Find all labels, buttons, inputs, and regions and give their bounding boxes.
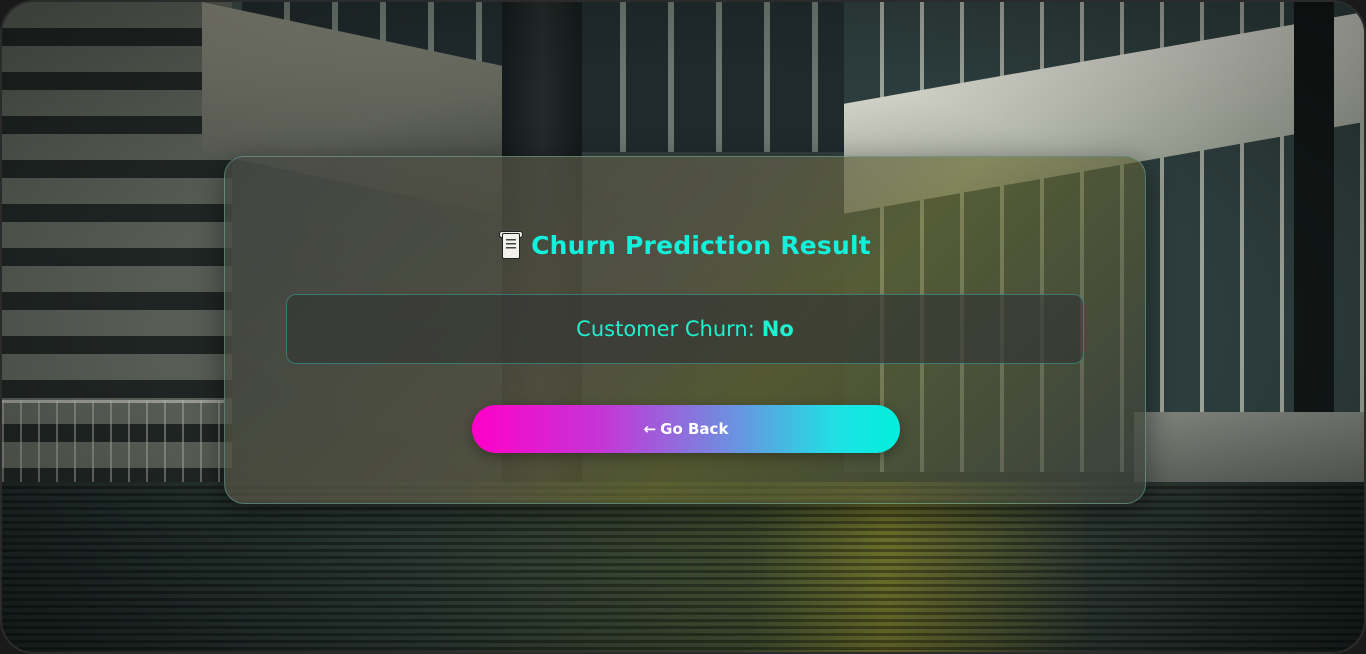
go-back-label: Go Back	[660, 420, 729, 438]
result-label: Customer Churn:	[576, 317, 755, 341]
page-title: Churn Prediction Result	[225, 231, 1145, 260]
result-value: No	[761, 317, 794, 341]
arrow-left-icon: ←	[643, 420, 657, 438]
result-box: Customer Churn: No	[286, 294, 1084, 364]
scroll-icon	[499, 231, 524, 259]
go-back-button[interactable]: ← Go Back	[472, 405, 900, 453]
result-card: Churn Prediction Result Customer Churn: …	[224, 156, 1146, 504]
page-title-text: Churn Prediction Result	[531, 231, 871, 260]
app-window: Churn Prediction Result Customer Churn: …	[0, 0, 1366, 654]
